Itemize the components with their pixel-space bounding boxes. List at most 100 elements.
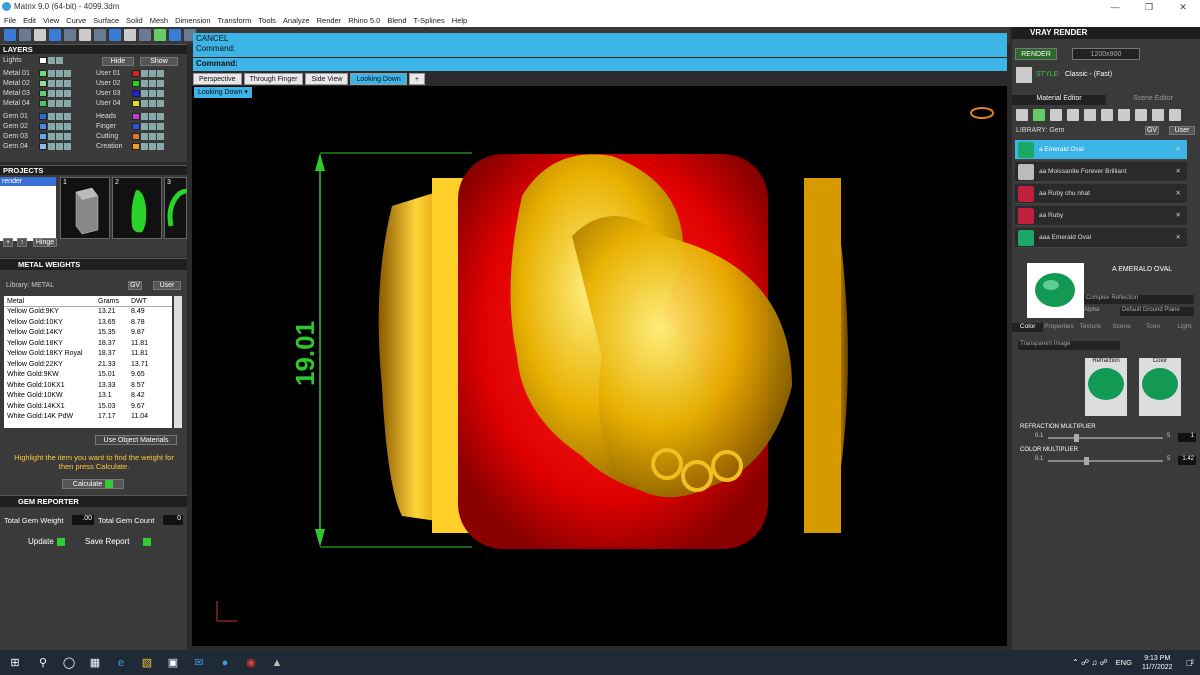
file-explorer-icon[interactable]: ▧ (134, 650, 160, 675)
layer-toggle-icon[interactable] (64, 69, 71, 77)
layer-color-swatch[interactable] (132, 89, 140, 97)
close-icon[interactable]: ✕ (1166, 0, 1200, 14)
project-slot-2[interactable]: 2 (112, 177, 162, 239)
layer-color-swatch[interactable] (39, 122, 47, 130)
toolbar-icon[interactable] (154, 29, 166, 41)
subtab-texture[interactable]: Texture (1074, 323, 1106, 332)
up-project-button[interactable]: ↑ (17, 238, 27, 247)
menu-item[interactable]: Curve (66, 14, 86, 27)
minimize-icon[interactable]: — (1098, 0, 1132, 14)
layer-toggle-icon[interactable] (48, 132, 55, 140)
layer-toggle-icon[interactable] (141, 79, 148, 87)
render-button[interactable]: RENDER (1015, 48, 1057, 60)
transparent-select[interactable]: Transparent Image (1018, 341, 1120, 350)
chrome-icon[interactable]: ◉ (238, 650, 264, 675)
layer-toggle-icon[interactable] (149, 79, 156, 87)
color-swatch[interactable]: Color (1139, 358, 1181, 416)
use-object-materials-select[interactable]: Use Object Materials (95, 435, 177, 445)
hinge-button[interactable]: Hinge (33, 238, 57, 247)
task-view-icon[interactable]: ▦ (82, 650, 108, 675)
layer-row[interactable]: Metal 03 (3, 89, 71, 98)
menu-item[interactable]: Help (452, 14, 467, 27)
tab-scene-editor[interactable]: Scene Editor (1106, 95, 1200, 105)
layer-color-swatch[interactable] (132, 99, 140, 107)
search-icon[interactable]: ⚲ (30, 650, 56, 675)
layer-row[interactable]: Gem 04 (3, 142, 71, 151)
library-item[interactable]: aaa Emerald Oval ✕ (1015, 228, 1187, 248)
edge-icon[interactable]: e (108, 650, 134, 675)
layer-toggle-icon[interactable] (56, 112, 63, 120)
add-project-button[interactable]: + (3, 238, 13, 247)
layer-toggle-icon[interactable] (149, 112, 156, 120)
menu-item[interactable]: Dimension (175, 14, 210, 27)
layer-row[interactable]: User 02 (96, 79, 164, 88)
tab-looking-down[interactable]: Looking Down (350, 73, 407, 85)
layer-color-swatch[interactable] (39, 79, 47, 87)
command-area[interactable]: CANCEL Command: Command: (193, 33, 1007, 71)
material-tool-icon[interactable] (1169, 109, 1181, 121)
layer-color-swatch[interactable] (39, 99, 47, 107)
layer-row[interactable]: User 03 (96, 89, 164, 98)
layer-toggle-icon[interactable] (149, 142, 156, 150)
layer-toggle-icon[interactable] (157, 122, 164, 130)
subtab-toon[interactable]: Toon (1137, 323, 1169, 332)
layer-toggle-icon[interactable] (149, 99, 156, 107)
project-slot-3[interactable]: 3 (164, 177, 187, 239)
layer-toggle-icon[interactable] (141, 89, 148, 97)
layer-toggle-icon[interactable] (48, 112, 55, 120)
color-slider[interactable]: 0.1 5 1.42 (1020, 456, 1200, 466)
toolbar-icon[interactable] (94, 29, 106, 41)
add-tab-button[interactable]: + (408, 73, 425, 85)
layer-toggle-icon[interactable] (141, 69, 148, 77)
subtab-scene[interactable]: Scene (1105, 323, 1138, 332)
project-item[interactable]: render (0, 177, 56, 186)
menu-item[interactable]: Solid (126, 14, 143, 27)
reflection-select[interactable]: Complex Reflection (1084, 295, 1194, 304)
layer-toggle-icon[interactable] (141, 142, 148, 150)
layer-row[interactable]: Gem 01 (3, 112, 71, 121)
command-prompt[interactable]: Command: (193, 57, 1007, 70)
layer-color-swatch[interactable] (132, 69, 140, 77)
layer-toggle-icon[interactable] (64, 142, 71, 150)
material-tool-icon[interactable] (1067, 109, 1079, 121)
layer-toggle-icon[interactable] (56, 142, 63, 150)
table-row[interactable]: White Gold:14KX1 15.03 9.67 (4, 402, 172, 413)
layer-toggle-icon[interactable] (157, 112, 164, 120)
material-tool-icon[interactable] (1050, 109, 1062, 121)
layer-row[interactable]: Metal 04 (3, 99, 71, 108)
project-slot-1[interactable]: 1 (60, 177, 110, 239)
layer-toggle-icon[interactable] (56, 122, 63, 130)
notification-icon[interactable]: □ 2 (1187, 658, 1194, 668)
menu-item[interactable]: Blend (387, 14, 406, 27)
material-tool-icon[interactable] (1101, 109, 1113, 121)
subtab-properties[interactable]: Properties (1043, 323, 1075, 332)
tray-icons[interactable]: ⌃ ☍ ♫ ☍ (1072, 658, 1108, 667)
layer-row[interactable]: Gem 03 (3, 132, 71, 141)
layer-toggle-icon[interactable] (48, 79, 55, 87)
library-item[interactable]: aa Moissanite Forever Brilliant ✕ (1015, 162, 1187, 182)
remove-item-icon[interactable]: ✕ (1176, 184, 1181, 204)
material-tool-icon[interactable] (1152, 109, 1164, 121)
layer-color-swatch[interactable] (132, 142, 140, 150)
layer-row[interactable]: Finger (96, 122, 164, 131)
layer-toggle-icon[interactable] (64, 122, 71, 130)
mail-icon[interactable]: ✉ (186, 650, 212, 675)
menu-item[interactable]: Tools (258, 14, 276, 27)
material-tool-icon[interactable] (1016, 109, 1028, 121)
style-value[interactable]: Classic - (Fast) (1065, 71, 1112, 78)
layer-color-swatch[interactable] (39, 112, 47, 120)
save-report-button[interactable]: Save Report (85, 537, 152, 546)
menu-item[interactable]: Surface (93, 14, 119, 27)
menu-item[interactable]: File (4, 14, 16, 27)
library-item[interactable]: a Emerald Oval ✕ (1015, 140, 1187, 160)
table-row[interactable]: Yellow Gold:22KY 21.33 13.71 (4, 360, 172, 371)
rhino-icon[interactable]: ▲ (264, 650, 290, 675)
tab-through-finger[interactable]: Through Finger (243, 73, 304, 85)
metal-table-scrollbar[interactable] (174, 296, 182, 428)
layer-toggle-icon[interactable] (48, 69, 55, 77)
subtab-light[interactable]: Light (1168, 323, 1200, 332)
layer-row[interactable]: Cutting (96, 132, 164, 141)
toolbar-icon[interactable] (4, 29, 16, 41)
layer-toggle-icon[interactable] (149, 132, 156, 140)
layer-toggle-icon[interactable] (157, 142, 164, 150)
